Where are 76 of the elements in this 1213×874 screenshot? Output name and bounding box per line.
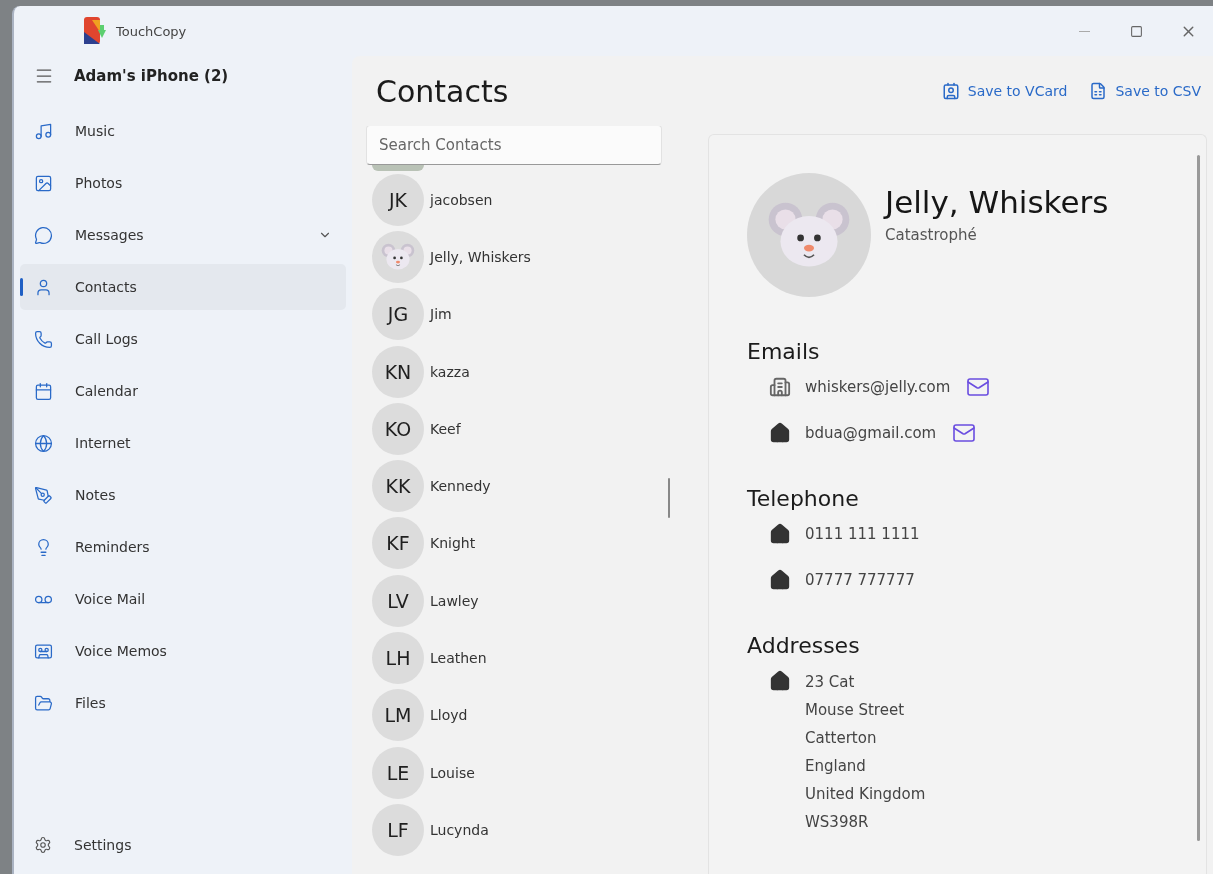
- contact-item[interactable]: LM Lloyd: [366, 686, 696, 744]
- save-vcard-button[interactable]: Save to VCard: [941, 78, 1068, 104]
- contact-item[interactable]: KK Kennedy: [366, 457, 696, 515]
- email-address: whiskers@jelly.com: [805, 377, 951, 398]
- action-label: Save to VCard: [967, 83, 1068, 99]
- contact-card-icon: [941, 82, 960, 100]
- save-csv-button[interactable]: Save to CSV: [1089, 78, 1201, 104]
- nav-icon: [34, 225, 53, 245]
- nav-icon: [34, 173, 53, 193]
- avatar: KN: [372, 345, 424, 398]
- contact-item[interactable]: KN kazza: [366, 342, 696, 401]
- maximize-icon: [1129, 24, 1143, 38]
- sidebar-item[interactable]: Voice Mail: [20, 576, 346, 622]
- contact-name: Jelly, Whiskers: [885, 184, 1109, 220]
- mouse-icon: [767, 201, 851, 269]
- avatar: LH: [372, 632, 424, 684]
- contact-item[interactable]: Jelly, Whiskers: [366, 228, 696, 286]
- avatar: LE: [372, 746, 424, 799]
- avatar: KO: [372, 402, 424, 455]
- email-address: bdua@gmail.com: [805, 423, 937, 444]
- device-name: Adam's iPhone (2): [74, 67, 229, 85]
- address-line: England: [805, 756, 867, 777]
- sidebar-item[interactable]: Reminders: [20, 524, 346, 570]
- contact-item[interactable]: JG Jim: [366, 285, 696, 343]
- mouse-icon: [381, 243, 415, 271]
- section-heading: Addresses: [747, 633, 861, 658]
- sidebar-item[interactable]: Call Logs: [20, 316, 346, 362]
- sidebar-item[interactable]: Internet: [20, 420, 346, 466]
- app-logo-icon: [82, 16, 108, 46]
- avatar: LV: [372, 574, 424, 627]
- sidebar-item[interactable]: Contacts: [20, 264, 346, 310]
- address-line: United Kingdom: [805, 784, 926, 805]
- section-heading: Telephone: [747, 486, 860, 511]
- nav-icon: [34, 693, 53, 713]
- avatar: JG: [372, 288, 424, 341]
- avatar: JK: [372, 173, 424, 226]
- sidebar-item[interactable]: Files: [20, 680, 346, 726]
- contact-item[interactable]: LE Louise: [366, 743, 696, 802]
- sidebar-item[interactable]: Calendar: [20, 368, 346, 414]
- minimize-icon: [1078, 30, 1090, 32]
- nav-icon: [34, 381, 53, 401]
- avatar: LM: [372, 689, 424, 742]
- nav-icon: [34, 121, 53, 141]
- app-title: TouchCopy: [116, 23, 187, 39]
- sidebar-item[interactable]: Notes: [20, 472, 346, 518]
- address-line: Mouse Street: [805, 700, 906, 721]
- sidebar-item[interactable]: Messages: [20, 212, 346, 258]
- address-line: Catterton: [805, 728, 878, 749]
- contact-item[interactable]: LH Leathen: [366, 629, 696, 687]
- nav-icon: [34, 329, 53, 349]
- sidebar-item[interactable]: Photos: [20, 160, 346, 206]
- avatar: LF: [372, 803, 424, 856]
- address-line: 23 Cat: [805, 672, 856, 693]
- address-line: WS398R: [805, 812, 870, 833]
- contact-item[interactable]: LV Lawley: [366, 572, 696, 630]
- contact-company: Catastrophé: [885, 226, 978, 244]
- settings-icon: [34, 836, 52, 854]
- nav-icon: [34, 485, 53, 505]
- phone-number: 07777 777777: [805, 570, 915, 591]
- spreadsheet-icon: [1089, 82, 1108, 100]
- avatar: KF: [372, 517, 424, 570]
- page-title: Contacts: [376, 73, 510, 109]
- sidebar-item[interactable]: Music: [20, 108, 346, 154]
- sidebar-item[interactable]: Voice Memos: [20, 628, 346, 674]
- action-label: Save to CSV: [1115, 83, 1201, 99]
- settings-item[interactable]: Settings: [20, 822, 346, 868]
- section-heading: Emails: [747, 339, 821, 364]
- contact-item[interactable]: JK jacobsen: [366, 171, 696, 229]
- nav-icon: [34, 277, 53, 297]
- contact-item[interactable]: LF Lucynda: [366, 801, 696, 859]
- phone-number: 0111 111 1111: [805, 524, 920, 545]
- search-field[interactable]: Search Contacts: [366, 126, 662, 165]
- contact-item[interactable]: KO Keef: [366, 400, 696, 458]
- contact-item[interactable]: KF Knight: [366, 514, 696, 573]
- avatar: KK: [372, 460, 424, 513]
- nav-icon: [34, 433, 53, 453]
